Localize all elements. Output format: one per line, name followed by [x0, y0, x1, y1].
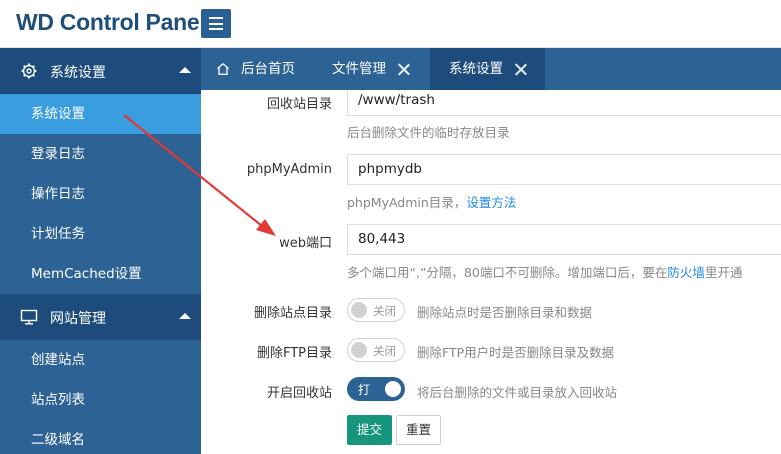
close-icon[interactable] [515, 63, 527, 75]
sidebar-item-site-list[interactable]: 站点列表 [0, 380, 201, 420]
close-icon[interactable] [398, 63, 410, 75]
recycle-bin-toggle[interactable]: 打 [347, 377, 405, 401]
web-port-input[interactable]: 80,443 [347, 224, 781, 255]
delete-ftp-dir-toggle[interactable]: 关闭 [347, 338, 405, 362]
submit-button[interactable]: 提交 [347, 415, 392, 445]
home-icon [217, 62, 229, 75]
sidebar-item-create-site[interactable]: 创建站点 [0, 340, 201, 380]
monitor-icon [20, 309, 38, 325]
sidebar-item-memcached[interactable]: MemCached设置 [0, 254, 201, 294]
toggle-knob [351, 302, 367, 318]
phpmyadmin-label: phpMyAdmin [246, 162, 332, 177]
toggle-label: 打 [358, 383, 371, 397]
delete-site-dir-toggle[interactable]: 关闭 [347, 298, 405, 322]
sidebar-item-system-settings[interactable]: 系统设置 [0, 94, 201, 134]
delete-ftp-dir-hint: 删除FTP用户时是否删除目录及数据 [417, 345, 615, 360]
toggle-label: 关闭 [373, 344, 396, 358]
sidebar-item-cron[interactable]: 计划任务 [0, 214, 201, 254]
tab-home[interactable]: 后台首页 [201, 48, 316, 90]
sidebar-group-system[interactable]: 系统设置 [0, 48, 201, 94]
toggle-knob [385, 381, 401, 397]
caret-up-icon [179, 313, 191, 319]
delete-site-dir-hint: 删除站点时是否删除目录和数据 [417, 305, 593, 320]
sidebar-item-operation-log[interactable]: 操作日志 [0, 174, 201, 214]
recycle-bin-label: 开启回收站 [266, 386, 332, 401]
toggle-label: 关闭 [373, 304, 396, 318]
recycle-bin-hint: 将后台删除的文件或目录放入回收站 [417, 385, 618, 400]
delete-ftp-dir-label: 删除FTP目录 [256, 346, 332, 361]
trash-dir-label: 回收站目录 [266, 97, 332, 112]
hamburger-icon-bar [209, 22, 223, 25]
settings-form: 回收站目录 /www/trash 后台删除文件的临时存放目录 phpMyAdmi… [201, 90, 781, 454]
phpmyadmin-input[interactable]: phpmydb [347, 154, 781, 185]
tab-system-settings[interactable]: 系统设置 [430, 48, 545, 90]
hamburger-icon [209, 17, 223, 19]
reset-button[interactable]: 重置 [396, 415, 441, 445]
sidebar-group-label: 系统设置 [50, 65, 106, 81]
web-port-hint: 多个端口用“,”分隔，80端口不可删除。增加端口后，要在防火墙里开通 [347, 262, 742, 281]
hamburger-icon-bar [209, 28, 223, 30]
tab-file-manager[interactable]: 文件管理 [316, 48, 430, 90]
firewall-link[interactable]: 防火墙 [667, 265, 705, 280]
caret-up-icon [179, 67, 191, 73]
toggle-knob [351, 342, 367, 358]
web-port-label: web端口 [279, 236, 332, 251]
phpmyadmin-hint: phpMyAdmin目录，设置方法 [347, 192, 516, 211]
sidebar-item-login-log[interactable]: 登录日志 [0, 134, 201, 174]
gear-icon [21, 63, 37, 79]
sidebar-item-subdomain[interactable]: 二级域名 [0, 420, 201, 454]
tab-label: 后台首页 [241, 61, 295, 77]
phpmyadmin-hint-text: phpMyAdmin目录， [347, 195, 467, 210]
web-port-hint-tail: 里开通 [704, 265, 743, 280]
tab-label: 文件管理 [332, 61, 386, 77]
trash-dir-hint: 后台删除文件的临时存放目录 [347, 125, 510, 140]
setup-method-link[interactable]: 设置方法 [466, 195, 516, 210]
web-port-hint-text: 多个端口用“,”分隔，80端口不可删除。增加端口后，要在 [347, 265, 668, 280]
top-bar: WD Control Panel [0, 0, 781, 48]
tab-bar: 后台首页 文件管理 系统设置 [201, 48, 781, 90]
sidebar: 系统设置 系统设置 登录日志 操作日志 计划任务 MemCached设置 网站管… [0, 48, 201, 454]
menu-toggle-button[interactable] [201, 9, 231, 38]
sidebar-group-site[interactable]: 网站管理 [0, 294, 201, 340]
trash-dir-input[interactable]: /www/trash [347, 90, 781, 116]
tab-label: 系统设置 [449, 61, 503, 77]
app-logo: WD Control Panel [16, 9, 206, 35]
sidebar-group-label: 网站管理 [50, 311, 106, 327]
delete-site-dir-label: 删除站点目录 [253, 306, 332, 321]
